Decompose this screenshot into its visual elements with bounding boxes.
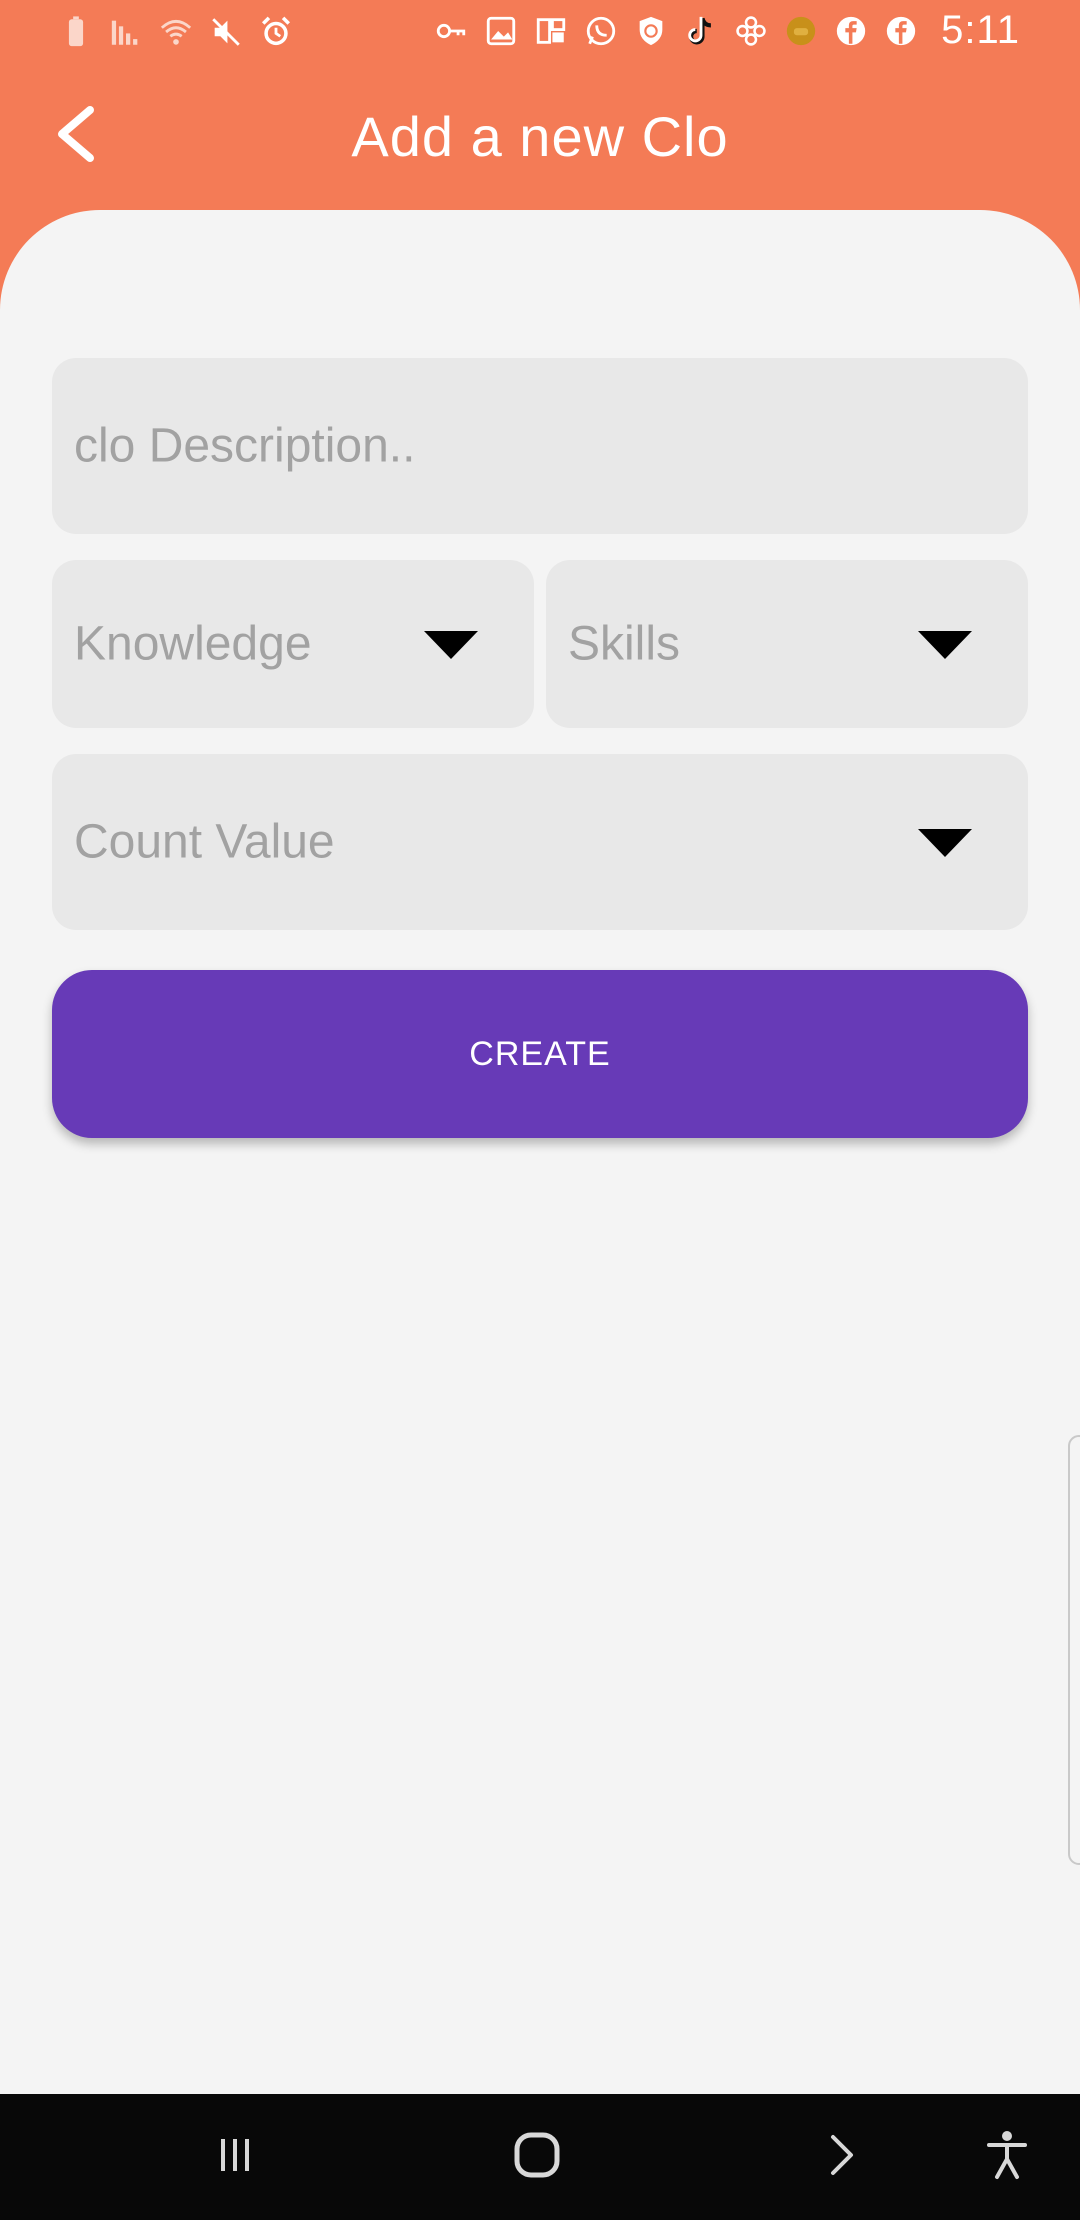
status-time: 5:11: [941, 8, 1020, 52]
count-value-dropdown[interactable]: Count Value: [52, 754, 1028, 930]
facebook-icon: [833, 13, 869, 49]
knowledge-dropdown[interactable]: Knowledge: [52, 560, 534, 728]
accessibility-icon: [977, 2125, 1037, 2190]
whatsapp-icon: [583, 13, 619, 49]
skills-placeholder: Skills: [568, 617, 681, 671]
home-button[interactable]: [502, 2124, 572, 2190]
game-icon: [783, 13, 819, 49]
gallery-icon: [483, 13, 519, 49]
edge-panel-handle[interactable]: [1068, 1435, 1080, 1865]
signal-icon: [108, 14, 144, 50]
create-button[interactable]: CREATE: [52, 970, 1028, 1138]
caret-down-icon: [918, 827, 972, 857]
app-header: Add a new Clo: [0, 64, 1080, 214]
recents-icon: [205, 2125, 265, 2190]
nav-back-button[interactable]: [806, 2124, 876, 2190]
caret-down-icon: [424, 629, 478, 659]
knowledge-placeholder: Knowledge: [74, 617, 312, 671]
skills-dropdown[interactable]: Skills: [546, 560, 1028, 728]
form-container: clo Description.. Knowledge Skills Count…: [0, 210, 1080, 2094]
home-icon: [507, 2125, 567, 2190]
tiktok-icon: [683, 13, 719, 49]
mute-icon: [208, 14, 244, 50]
status-right-icons: 5:11: [433, 8, 1020, 53]
status-left-icons: [58, 14, 294, 50]
recents-button[interactable]: [200, 2124, 270, 2190]
wifi-icon: [158, 14, 194, 50]
clo-description-field[interactable]: clo Description..: [52, 358, 1028, 534]
app-icon: [533, 13, 569, 49]
caret-down-icon: [918, 629, 972, 659]
shield-icon: [633, 13, 669, 49]
facebook-icon: [883, 13, 919, 49]
back-icon: [811, 2125, 871, 2190]
vpn-key-icon: [433, 13, 469, 49]
accessibility-button[interactable]: [972, 2124, 1042, 2190]
clo-description-placeholder: clo Description..: [74, 419, 416, 473]
status-bar: 5:11: [0, 0, 1080, 64]
alarm-icon: [258, 14, 294, 50]
flower-icon: [733, 13, 769, 49]
count-value-placeholder: Count Value: [74, 815, 335, 869]
battery-icon: [58, 14, 94, 50]
system-nav-bar: [0, 2094, 1080, 2220]
page-title: Add a new Clo: [351, 105, 729, 168]
